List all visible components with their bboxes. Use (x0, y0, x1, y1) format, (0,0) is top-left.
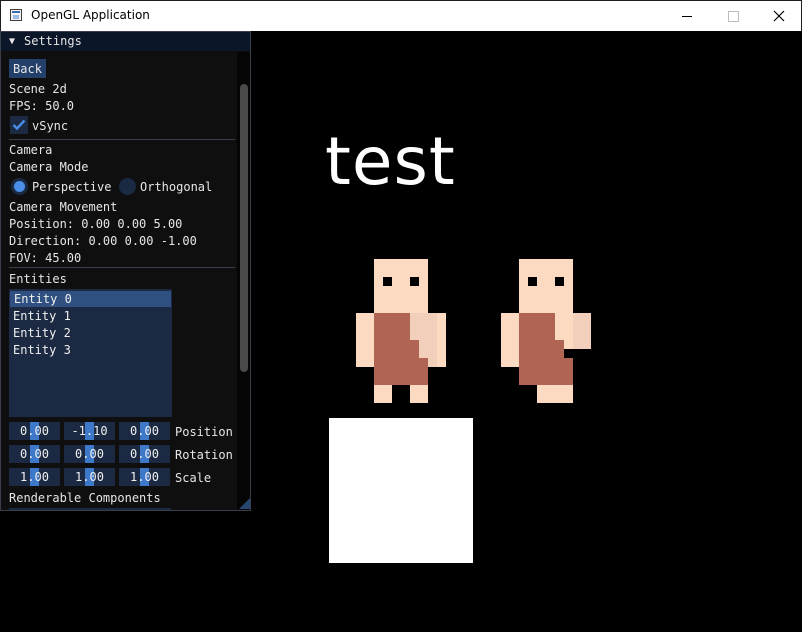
scrollbar-thumb[interactable] (240, 84, 248, 372)
rotation-x-drag[interactable]: 0.00 (9, 445, 60, 463)
position-y-value: -1.10 (71, 424, 108, 438)
settings-panel[interactable]: ▼ Settings Back Scene 2d FPS: 50.0 vSync… (0, 31, 251, 511)
scale-z-drag[interactable]: 1.00 (119, 468, 170, 486)
radio-orthogonal[interactable] (119, 178, 136, 195)
scene-text-test: test (325, 123, 456, 200)
back-button[interactable]: Back (9, 59, 46, 78)
renderable-components-field[interactable] (9, 508, 171, 510)
maximize-button[interactable] (710, 1, 756, 31)
close-icon (773, 10, 785, 22)
entities-header: Entities (9, 272, 67, 286)
minimize-icon (682, 15, 692, 17)
position-z-drag[interactable]: 0.00 (119, 422, 170, 440)
rotation-label: Rotation (175, 448, 233, 462)
resize-grip[interactable] (239, 498, 250, 509)
position-x-drag[interactable]: 0.00 (9, 422, 60, 440)
vsync-checkbox[interactable] (10, 116, 28, 134)
camera-position-text: Position: 0.00 0.00 5.00 (9, 217, 183, 231)
app-window-icon (10, 9, 22, 21)
rotation-z-value: 0.00 (130, 447, 159, 461)
radio-orthogonal-label[interactable]: Orthogonal (140, 180, 212, 194)
position-z-value: 0.00 (130, 424, 159, 438)
scale-x-value: 1.00 (20, 470, 49, 484)
list-item-entity-2[interactable]: Entity 2 (9, 325, 170, 341)
renderable-components-label: Renderable Components (9, 491, 161, 505)
scene-label: Scene 2d (9, 82, 67, 96)
fov-text: FOV: 45.00 (9, 251, 82, 265)
collapse-triangle-icon[interactable]: ▼ (9, 36, 15, 47)
close-button[interactable] (756, 1, 802, 31)
scale-x-drag[interactable]: 1.00 (9, 468, 60, 486)
scale-z-value: 1.00 (130, 470, 159, 484)
position-label: Position (175, 425, 233, 439)
rotation-x-value: 0.00 (20, 447, 49, 461)
minimize-button[interactable] (664, 1, 710, 31)
camera-direction-text: Direction: 0.00 0.00 -1.00 (9, 234, 197, 248)
radio-perspective-label[interactable]: Perspective (32, 180, 111, 194)
settings-titlebar[interactable]: ▼ Settings (1, 32, 250, 51)
settings-title: Settings (24, 34, 82, 48)
scale-label: Scale (175, 471, 212, 485)
list-item-entity-3[interactable]: Entity 3 (9, 342, 170, 358)
window-titlebar[interactable]: OpenGL Application (0, 0, 802, 31)
vsync-label: vSync (32, 119, 69, 133)
maximize-icon (727, 10, 739, 22)
position-x-value: 0.00 (20, 424, 49, 438)
list-item-entity-0[interactable]: Entity 0 (10, 291, 171, 307)
character-sprite-left (356, 259, 446, 403)
checkmark-icon (12, 119, 26, 131)
radio-perspective[interactable] (11, 178, 28, 195)
entities-listbox[interactable]: Entity 0 Entity 1 Entity 2 Entity 3 (9, 289, 172, 417)
rotation-z-drag[interactable]: 0.00 (119, 445, 170, 463)
separator (9, 139, 235, 140)
fps-label: FPS: 50.0 (9, 99, 75, 113)
camera-mode-label: Camera Mode (9, 160, 89, 174)
character-sprite-right (501, 259, 591, 403)
white-quad (329, 418, 473, 563)
rotation-y-drag[interactable]: 0.00 (64, 445, 115, 463)
window-title: OpenGL Application (31, 8, 150, 22)
separator (9, 267, 235, 268)
list-item-entity-1[interactable]: Entity 1 (9, 308, 170, 324)
camera-header: Camera (9, 143, 53, 157)
camera-movement-label: Camera Movement (9, 200, 118, 214)
scale-y-value: 1.00 (75, 470, 104, 484)
position-y-drag[interactable]: -1.10 (64, 422, 115, 440)
scale-y-drag[interactable]: 1.00 (64, 468, 115, 486)
rotation-y-value: 0.00 (75, 447, 104, 461)
